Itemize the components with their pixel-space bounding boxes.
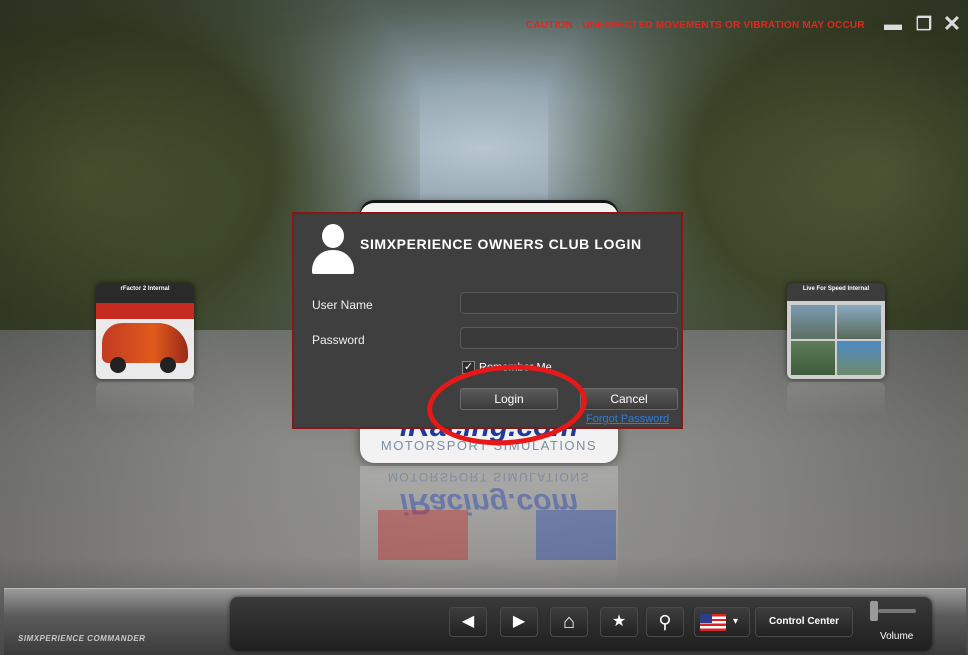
- password-field[interactable]: [460, 327, 678, 349]
- us-flag-icon: [700, 614, 726, 631]
- back-button[interactable]: ◀: [449, 607, 487, 637]
- close-icon[interactable]: ✕: [941, 13, 963, 35]
- wheel: [110, 357, 126, 373]
- username-label: User Name: [312, 298, 373, 312]
- screenshot-thumb: [837, 341, 881, 375]
- volume-label: Volume: [880, 631, 914, 642]
- wheel: [160, 357, 176, 373]
- forgot-password-link[interactable]: Forgot Password: [586, 413, 669, 425]
- chevron-down-icon: ▾: [733, 616, 739, 627]
- home-icon: ⌂: [562, 611, 576, 633]
- tile-title: rFactor 2 Internal: [120, 286, 170, 292]
- volume-slider-thumb[interactable]: [870, 601, 878, 621]
- password-label: Password: [312, 333, 365, 347]
- favorites-button[interactable]: ★: [600, 607, 638, 637]
- tile-reflection: [96, 382, 194, 416]
- user-icon: [310, 224, 354, 276]
- dialog-title: SIMXPERIENCE OWNERS CLUB LOGIN: [360, 236, 642, 252]
- minimize-icon[interactable]: ▬: [882, 14, 904, 34]
- search-icon: ⚲: [658, 612, 672, 632]
- volume-slider-track[interactable]: [878, 609, 916, 613]
- username-field[interactable]: [460, 292, 678, 314]
- cancel-button[interactable]: Cancel: [580, 388, 678, 410]
- forward-arrow-icon: ▶: [512, 613, 526, 630]
- reflected-graphics: [378, 510, 618, 570]
- star-icon: ★: [611, 613, 627, 630]
- caution-warning: CAUTION : UNEXPECTED MOVEMENTS OR VIBRAT…: [526, 20, 865, 31]
- maximize-icon[interactable]: ❐: [913, 14, 935, 34]
- screenshot-thumb: [791, 341, 835, 375]
- search-button[interactable]: ⚲: [646, 607, 684, 637]
- back-arrow-icon: ◀: [461, 613, 475, 630]
- tile-title: Live For Speed Internal: [802, 286, 870, 292]
- control-center-button[interactable]: Control Center: [755, 607, 853, 637]
- reflected-subtitle: MOTORSPORT SIMULATIONS: [387, 470, 591, 484]
- screenshot-thumb: [837, 305, 881, 339]
- tile-reflection: [787, 382, 885, 416]
- home-button[interactable]: ⌂: [550, 607, 588, 637]
- forward-button[interactable]: ▶: [500, 607, 538, 637]
- screenshot-thumb: [791, 305, 835, 339]
- language-select[interactable]: ▾: [694, 607, 750, 637]
- commander-logo: SIMXPERIENCE COMMANDER: [18, 634, 146, 643]
- game-tile-rfactor2[interactable]: rFactor 2 Internal: [96, 283, 194, 379]
- game-tile-live-for-speed[interactable]: Live For Speed Internal: [787, 283, 885, 379]
